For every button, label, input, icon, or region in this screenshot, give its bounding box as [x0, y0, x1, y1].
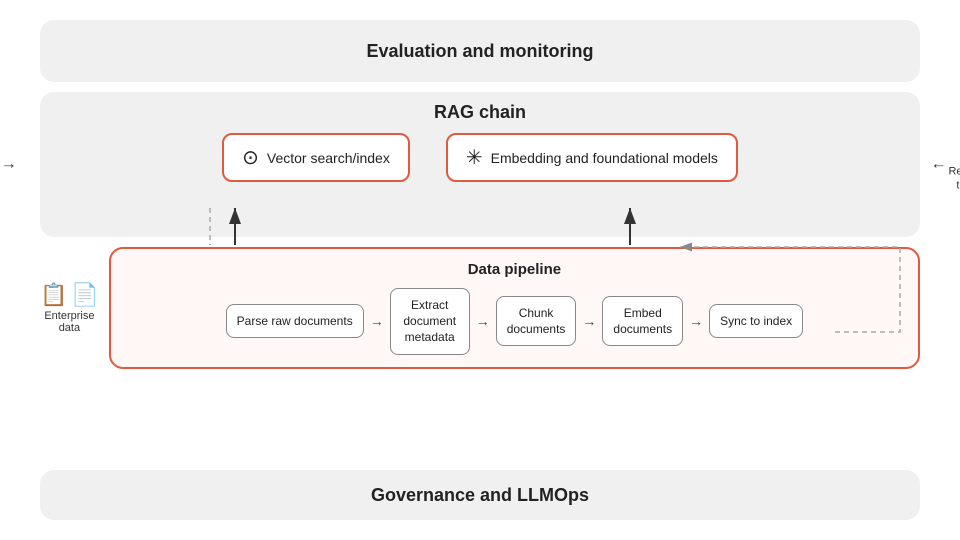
vector-search-box: ⊙ Vector search/index: [222, 133, 410, 182]
arrow-3: →: [582, 313, 596, 329]
rag-pipeline-section: 👤 Userrequest → 👤 Responseto user ← RAG …: [40, 92, 920, 460]
enterprise-icon-1: 📋: [40, 282, 67, 308]
response-user: 👤 Responseto user ←: [948, 136, 960, 193]
diagram: Evaluation and monitoring 👤 Userrequest …: [20, 10, 940, 530]
arrow-2: →: [476, 313, 490, 329]
arrow-4: →: [689, 313, 703, 329]
step-chunk-label: Chunkdocuments: [507, 306, 566, 336]
step-parse-label: Parse raw documents: [237, 314, 353, 328]
eval-monitoring-box: Evaluation and monitoring: [40, 20, 920, 82]
eval-monitoring-label: Evaluation and monitoring: [366, 41, 593, 62]
governance-box: Governance and LLMOps: [40, 470, 920, 520]
enterprise-icon-2: 📄: [71, 282, 98, 308]
embedding-icon: ✳: [466, 145, 483, 170]
pipeline-title: Data pipeline: [125, 261, 904, 278]
embedding-models-box: ✳ Embedding and foundational models: [446, 133, 738, 182]
step-sync-label: Sync to index: [720, 314, 792, 328]
governance-label: Governance and LLMOps: [371, 485, 589, 506]
data-pipeline-box: Data pipeline Parse raw documents → Extr…: [109, 247, 920, 369]
enterprise-label: Enterprisedata: [44, 310, 94, 334]
arrow-1: →: [370, 313, 384, 329]
step-embed: Embeddocuments: [602, 296, 683, 346]
response-label: Responseto user: [948, 164, 960, 193]
step-extract: Extractdocumentmetadata: [390, 288, 470, 355]
rag-boxes-row: ⊙ Vector search/index ✳ Embedding and fo…: [56, 133, 904, 182]
vector-search-label: Vector search/index: [267, 150, 390, 166]
enterprise-data-side: 📋 📄 Enterprisedata →: [40, 282, 99, 334]
step-extract-label: Extractdocumentmetadata: [403, 298, 456, 344]
data-pipeline-wrapper: 📋 📄 Enterprisedata → Data pipeline Parse…: [40, 247, 920, 369]
step-chunk: Chunkdocuments: [496, 296, 577, 346]
enterprise-icons: 📋 📄: [40, 282, 99, 308]
pipeline-steps: Parse raw documents → Extractdocumentmet…: [125, 288, 904, 355]
rag-chain-box: 👤 Userrequest → 👤 Responseto user ← RAG …: [40, 92, 920, 237]
step-sync: Sync to index: [709, 304, 803, 338]
step-embed-label: Embeddocuments: [613, 306, 672, 336]
embedding-label: Embedding and foundational models: [491, 150, 718, 166]
step-parse: Parse raw documents: [226, 304, 364, 338]
vector-search-icon: ⊙: [242, 145, 259, 170]
rag-chain-title: RAG chain: [56, 102, 904, 123]
